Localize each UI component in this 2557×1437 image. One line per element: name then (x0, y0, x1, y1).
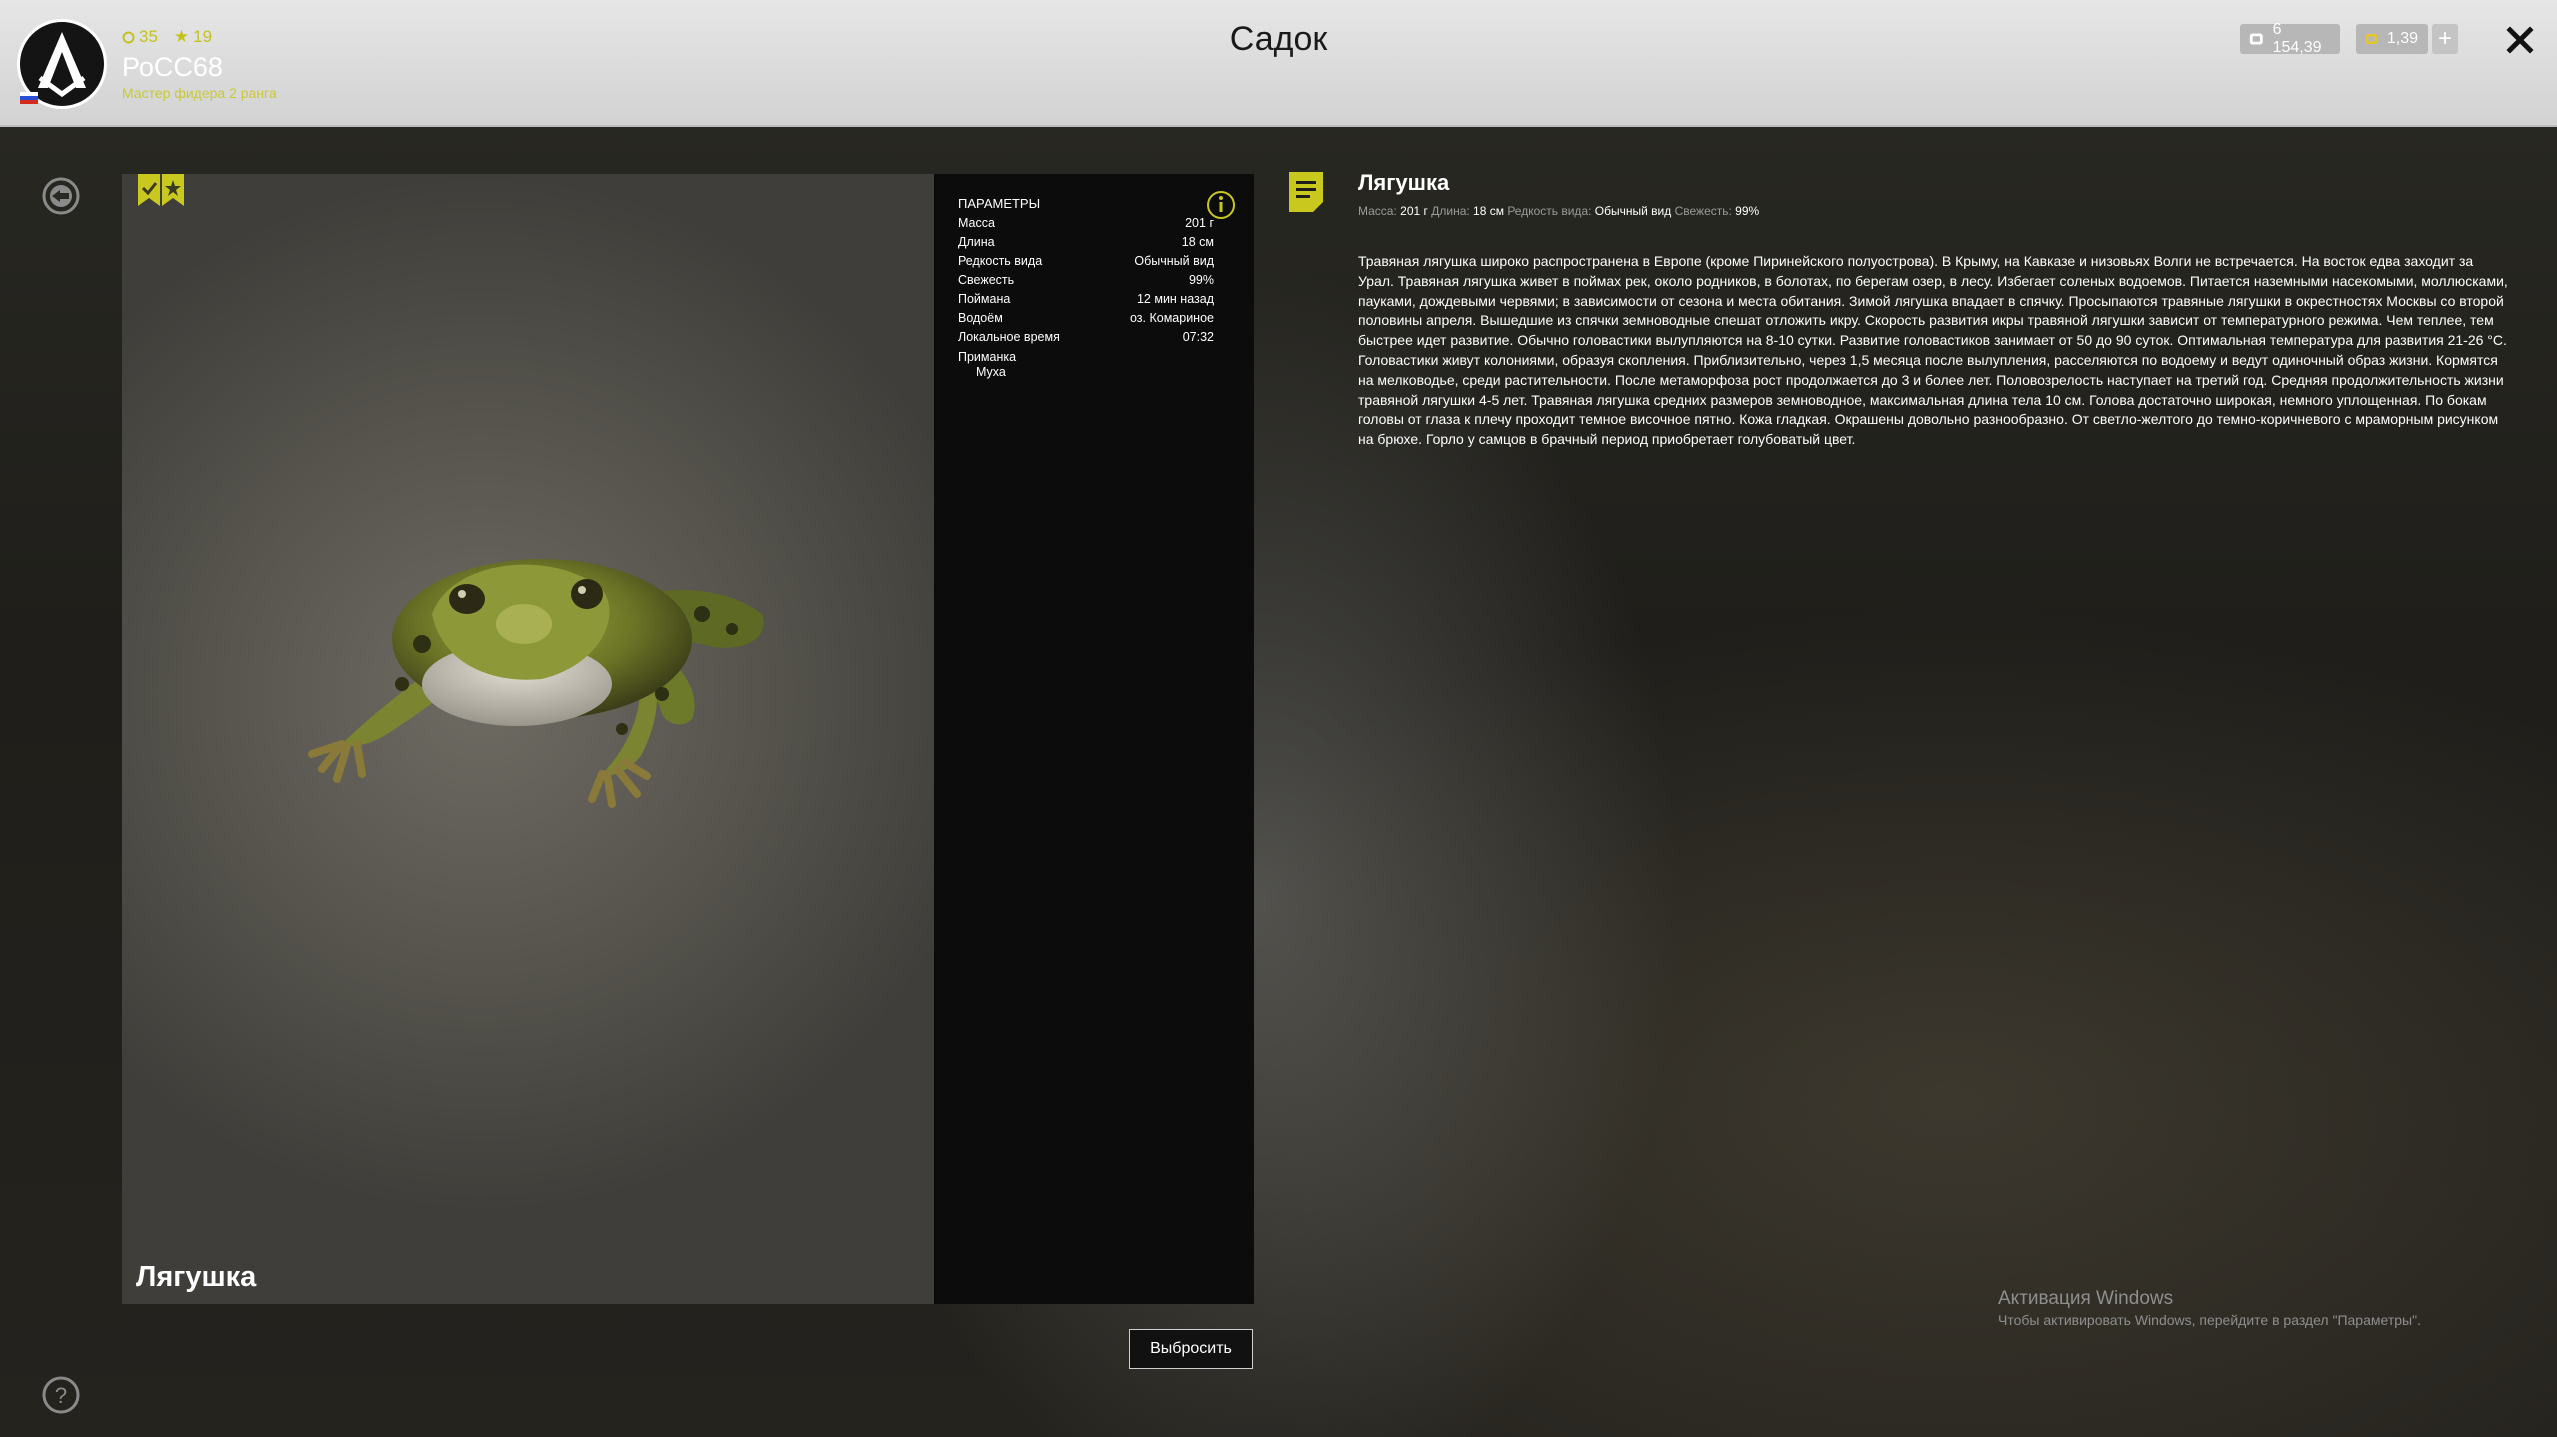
param-label: Длина (958, 235, 995, 249)
description-badge (1289, 172, 1323, 212)
param-label: Масса (958, 216, 995, 230)
param-value: 201 г (1185, 216, 1214, 230)
fish-name-label: Лягушка (136, 1261, 257, 1293)
meta-mass-value: 201 г (1400, 204, 1428, 218)
back-button[interactable] (41, 176, 81, 216)
param-value: 07:32 (1182, 330, 1214, 344)
check-bookmark-icon (138, 174, 160, 206)
fish-3d-viewer[interactable]: Лягушка (122, 174, 934, 1304)
meta-rarity-value: Обычный вид (1594, 204, 1672, 218)
meta-rarity-label: Редкость вида: (1507, 204, 1592, 218)
activation-title: Активация Windows (1998, 1288, 2174, 1309)
meta-fresh-value: 99% (1735, 204, 1760, 218)
parameters-panel: ПАРАМЕТРЫ Масса 201 г Длина 18 см Редкос… (934, 174, 1254, 1304)
silver-value: 6 154,39 (2272, 21, 2322, 56)
silver-coins-icon (2249, 33, 2263, 45)
param-row-rarity: Редкость вида Обычный вид (958, 254, 1214, 268)
page-title: Садок (1229, 20, 1328, 58)
param-label: Локальное время (958, 330, 1060, 344)
meta-fresh-label: Свежесть: (1674, 204, 1732, 218)
description-text: Травяная лягушка широко распространена в… (1358, 253, 2508, 448)
description-meta: Масса: 201 г Длина: 18 см Редкость вида:… (1358, 204, 1759, 218)
help-button[interactable]: ? (41, 1375, 81, 1415)
add-currency-button[interactable]: + (2432, 24, 2458, 54)
bait-label: Приманка (958, 350, 1017, 364)
param-row-mass: Масса 201 г (958, 216, 1214, 230)
param-value: 12 мин назад (1136, 292, 1214, 306)
discard-button[interactable]: Выбросить (1129, 1329, 1253, 1369)
param-label: Поймана (958, 292, 1011, 306)
gold-value: 1,39 (2386, 30, 2418, 47)
player-rank: Мастер фидера 2 ранга (122, 85, 277, 101)
description-title: Лягушка (1358, 170, 1450, 195)
param-label: Свежесть (958, 273, 1015, 287)
bait-value: Муха (976, 365, 1006, 379)
meta-mass-label: Масса: (1358, 204, 1397, 218)
activation-subtitle: Чтобы активировать Windows, перейдите в … (1998, 1312, 2421, 1328)
param-row-length: Длина 18 см (958, 235, 1214, 249)
parameters-title: ПАРАМЕТРЫ (958, 196, 1041, 211)
badges (138, 174, 184, 206)
param-label: Водоём (958, 311, 1003, 325)
param-row-caught: Поймана 12 мин назад (958, 292, 1214, 306)
windows-activation-watermark: Активация Windows Чтобы активировать Win… (1998, 1288, 2421, 1328)
star-bookmark-icon (162, 174, 184, 206)
param-row-waterbody: Водоём оз. Комариное (958, 311, 1214, 325)
param-value: 18 см (1181, 235, 1214, 249)
meta-length-label: Длина: (1431, 204, 1470, 218)
param-label: Редкость вида (958, 254, 1043, 268)
close-icon (2506, 26, 2534, 54)
meta-length-value: 18 см (1473, 204, 1504, 218)
gold-balance[interactable]: 1,39 (2356, 24, 2428, 54)
svg-text:?: ? (55, 1383, 67, 1408)
silver-balance[interactable]: 6 154,39 (2240, 21, 2340, 56)
param-value: 99% (1188, 273, 1214, 287)
param-row-local-time: Локальное время 07:32 (958, 330, 1214, 344)
top-bar: 35 ★ 19 РоСС68 Мастер фидера 2 ранга Сад… (0, 0, 2557, 127)
question-icon: ? (42, 1376, 80, 1414)
param-row-freshness: Свежесть 99% (958, 273, 1214, 287)
document-icon (1289, 172, 1323, 212)
back-arrow-icon (42, 177, 80, 215)
close-button[interactable] (2500, 20, 2540, 60)
param-value: оз. Комариное (1129, 311, 1214, 325)
frog-model-image (308, 559, 764, 808)
param-value: Обычный вид (1134, 254, 1214, 268)
country-flag-icon (20, 92, 38, 104)
gold-coins-icon (2365, 34, 2378, 44)
